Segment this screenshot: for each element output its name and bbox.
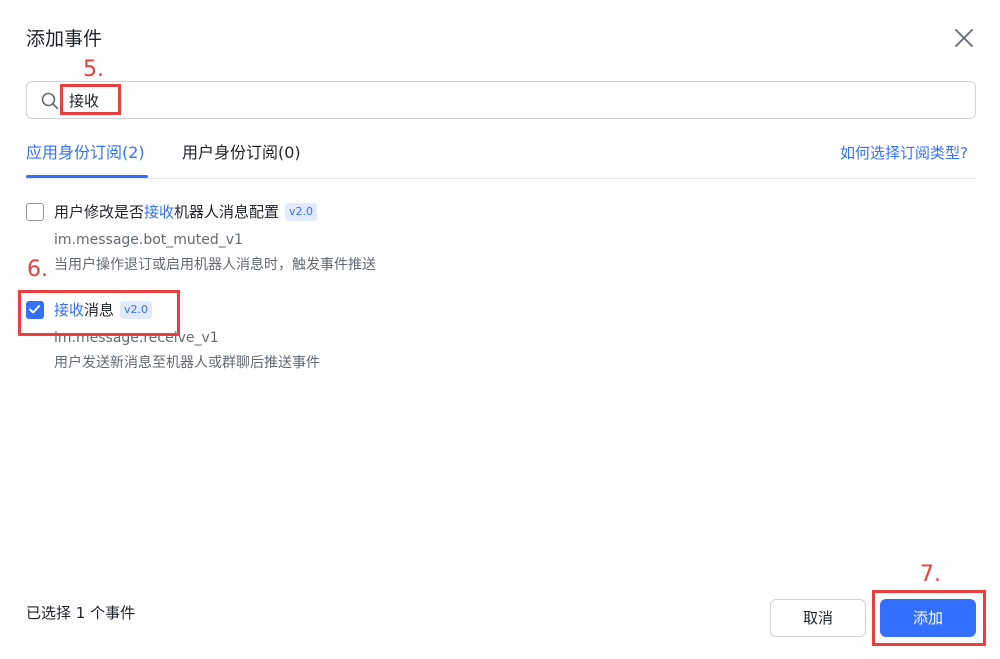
event-name-prefix: 用户修改是否 [54, 203, 145, 221]
search-input[interactable] [69, 88, 949, 112]
subscription-type-help-link[interactable]: 如何选择订阅类型? [840, 140, 968, 166]
event-key: im.message.bot_muted_v1 [54, 232, 243, 248]
dialog-title: 添加事件 [26, 28, 103, 50]
annotation-box-checkbox [18, 290, 180, 336]
close-icon[interactable] [950, 24, 978, 52]
search-box[interactable] [26, 81, 976, 119]
annotation-label-5: 5. [83, 57, 104, 82]
tab-app-identity[interactable]: 应用身份订阅(2) [26, 140, 145, 179]
annotation-label-7: 7. [920, 562, 941, 587]
version-badge: v2.0 [285, 203, 318, 221]
event-name: 用户修改是否接收机器人消息配置 v2.0 [54, 200, 318, 224]
event-name-highlight: 接收 [144, 203, 175, 221]
add-event-dialog: 添加事件 应用身份订阅(2) 用户身份订阅(0) 如何选择订阅类型? 用户修改是… [0, 0, 1000, 659]
cancel-button[interactable]: 取消 [770, 599, 866, 637]
annotation-label-6: 6. [27, 257, 48, 282]
annotation-box-search [60, 84, 121, 115]
event-name-suffix: 机器人消息配置 [174, 203, 280, 221]
event-description: 用户发送新消息至机器人或群聊后推送事件 [54, 355, 320, 371]
add-button[interactable]: 添加 [880, 599, 976, 637]
subscription-tabs: 应用身份订阅(2) 用户身份订阅(0) 如何选择订阅类型? [26, 140, 976, 179]
selected-count: 已选择 1 个事件 [26, 604, 136, 622]
search-icon [41, 92, 59, 110]
event-checkbox[interactable] [26, 203, 44, 221]
active-tab-indicator [26, 175, 148, 178]
event-description: 当用户操作退订或启用机器人消息时，触发事件推送 [54, 257, 376, 273]
tab-user-identity[interactable]: 用户身份订阅(0) [182, 140, 301, 179]
